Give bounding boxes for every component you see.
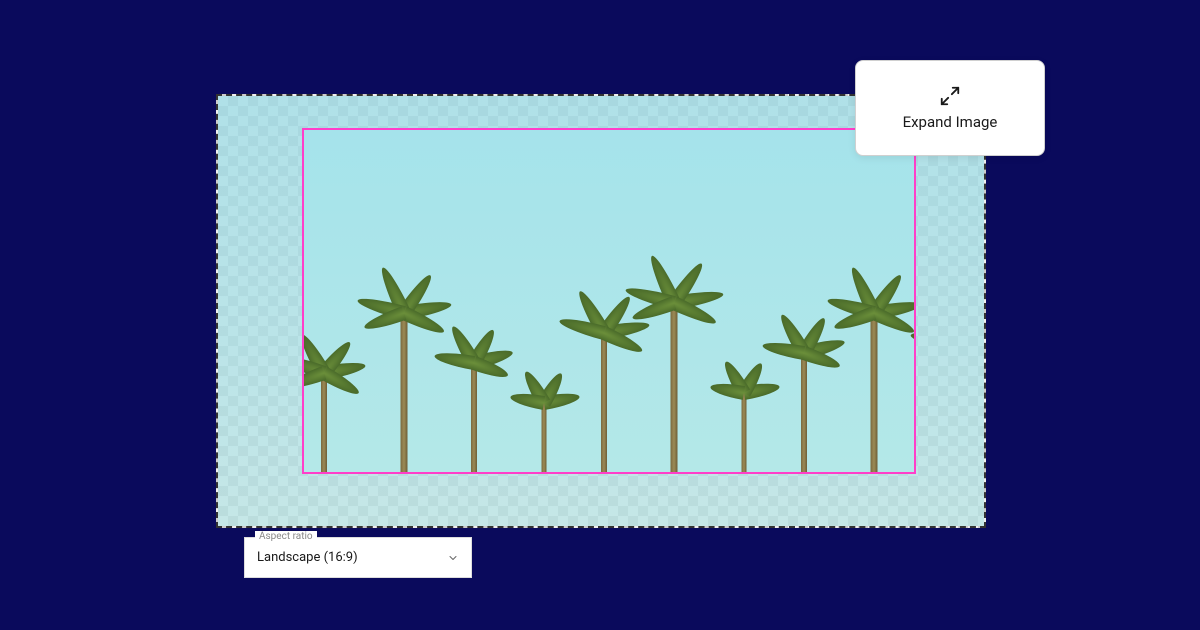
crop-selection-box[interactable] [302,128,916,474]
image-canvas[interactable] [216,94,986,528]
aspect-ratio-selected-value: Landscape (16:9) [257,550,358,565]
aspect-ratio-legend: Aspect ratio [255,531,317,542]
chevron-down-icon [447,552,459,564]
expand-arrows-icon [939,85,961,107]
expand-image-button[interactable]: Expand Image [855,60,1045,156]
aspect-ratio-control: Aspect ratio Landscape (16:9) [244,537,472,578]
image-content [304,232,914,474]
aspect-ratio-select[interactable]: Landscape (16:9) [257,548,459,565]
expand-image-label: Expand Image [903,113,998,131]
